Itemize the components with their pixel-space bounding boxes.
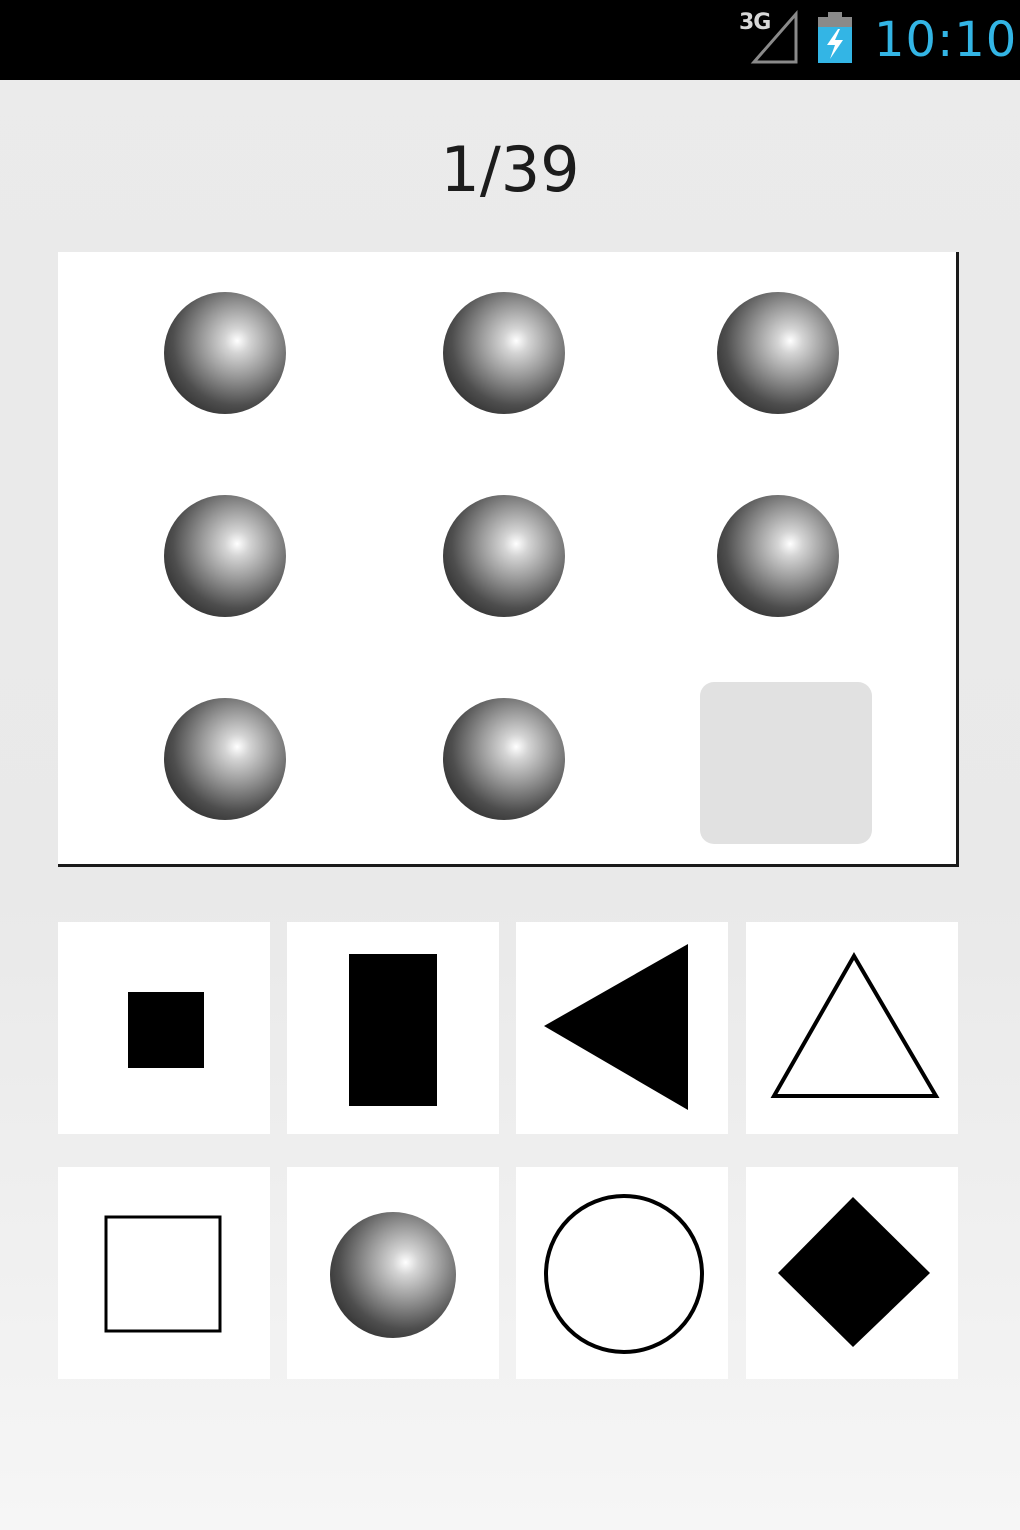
matrix-cell-sphere bbox=[164, 292, 286, 414]
network-type-label: 3G bbox=[739, 10, 771, 35]
matrix-cell-sphere bbox=[164, 698, 286, 820]
answer-option-sphere[interactable] bbox=[287, 1167, 499, 1379]
filled-rectangle-icon bbox=[349, 954, 437, 1106]
battery-charging-icon bbox=[818, 12, 852, 63]
outline-square-icon bbox=[104, 1215, 222, 1333]
filled-triangle-icon bbox=[544, 944, 688, 1110]
puzzle-matrix bbox=[58, 252, 959, 867]
status-bar: 3G 10:10 bbox=[0, 0, 1020, 80]
matrix-cell-sphere bbox=[164, 495, 286, 617]
answer-option-outline-circle[interactable] bbox=[516, 1167, 728, 1379]
matrix-cell-sphere bbox=[443, 292, 565, 414]
answer-option-rectangle[interactable] bbox=[287, 922, 499, 1134]
answer-option-small-square[interactable] bbox=[58, 922, 270, 1134]
sphere-icon bbox=[330, 1212, 456, 1338]
matrix-cell-sphere bbox=[443, 495, 565, 617]
answer-option-diamond[interactable] bbox=[746, 1167, 958, 1379]
missing-answer-slot bbox=[700, 682, 872, 844]
question-progress: 1/39 bbox=[440, 133, 580, 206]
matrix-cell-sphere bbox=[443, 698, 565, 820]
filled-square-icon bbox=[128, 992, 204, 1068]
answer-option-left-triangle[interactable] bbox=[516, 922, 728, 1134]
answer-option-outline-triangle[interactable] bbox=[746, 922, 958, 1134]
filled-diamond-icon bbox=[778, 1197, 930, 1347]
outline-triangle-icon bbox=[770, 952, 940, 1098]
status-clock: 10:10 bbox=[874, 12, 1018, 68]
answer-option-outline-square[interactable] bbox=[58, 1167, 270, 1379]
matrix-cell-sphere bbox=[717, 495, 839, 617]
matrix-cell-sphere bbox=[717, 292, 839, 414]
outline-circle-icon bbox=[544, 1194, 704, 1354]
